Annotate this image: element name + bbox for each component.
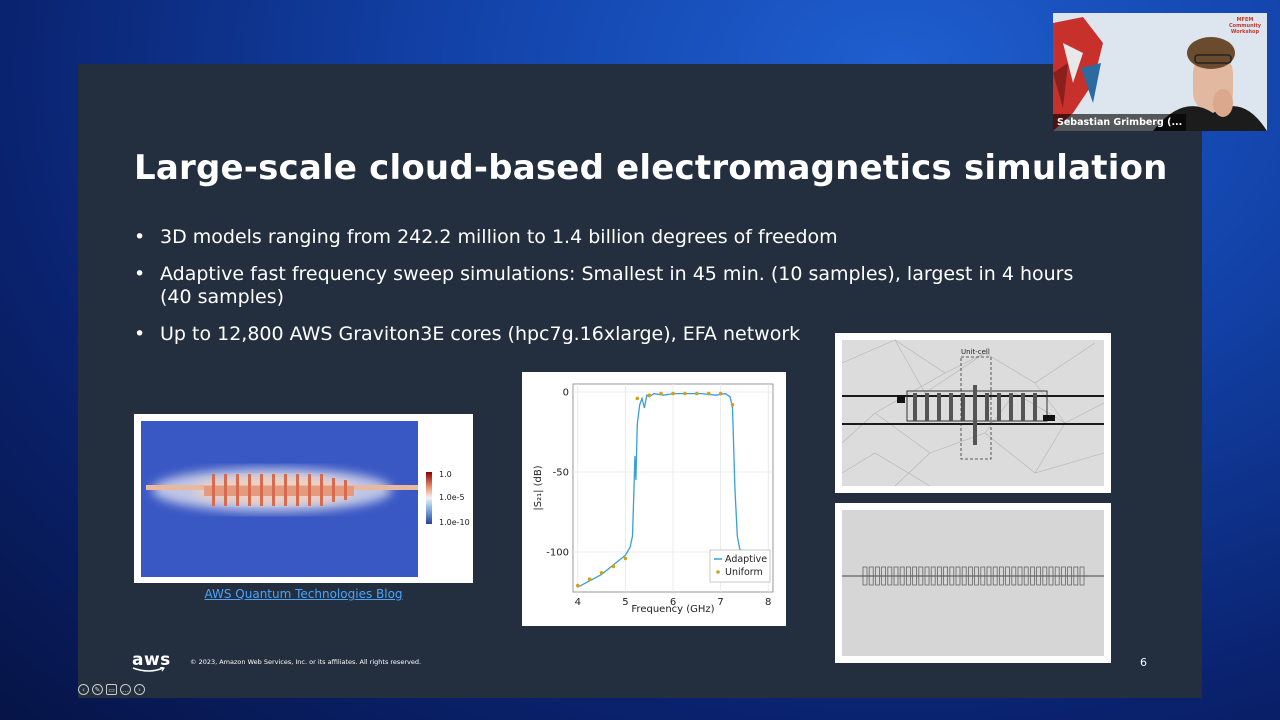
- pen-icon[interactable]: ✎: [92, 684, 103, 695]
- x-axis-label: Frequency (GHz): [631, 604, 714, 615]
- presentation-controls: ‹ ✎ ▭ … ›: [78, 684, 145, 695]
- x-tick-label: 5: [622, 597, 628, 608]
- series-point-uniform: [695, 391, 699, 396]
- y-tick-label: -50: [553, 468, 569, 479]
- bullet-text: Up to 12,800 AWS Graviton3E cores (hpc7g…: [160, 323, 801, 345]
- more-icon[interactable]: …: [120, 684, 131, 695]
- workshop-line: Workshop: [1230, 29, 1260, 35]
- aws-logo: aws: [132, 650, 171, 673]
- participant-name: Sebastian Grimberg (...: [1053, 114, 1187, 131]
- bullet-dot: •: [134, 263, 146, 285]
- series-point-uniform: [599, 571, 604, 575]
- legend-uniform-swatch: [716, 570, 720, 574]
- unit-cell-mesh-image: Unit-cell: [835, 333, 1111, 493]
- series-point-uniform: [683, 391, 687, 396]
- y-axis-label: |S₂₁| (dB): [533, 465, 544, 510]
- x-tick-label: 7: [717, 597, 723, 608]
- bullet-dot: •: [134, 323, 146, 345]
- field-simulation-image: 1.0 1.0e-5 1.0e-10: [134, 414, 473, 583]
- bullet-text: 3D models ranging from 242.2 million to …: [160, 226, 838, 248]
- workshop-badge: MFEM Community Workshop: [1229, 17, 1261, 35]
- series-point-uniform: [659, 391, 663, 396]
- colorbar: [426, 472, 432, 524]
- series-point-uniform: [587, 577, 592, 581]
- colorbar-label: 1.0: [439, 470, 452, 479]
- series-point-uniform: [730, 403, 735, 407]
- bullet-item: • 3D models ranging from 242.2 million to…: [134, 226, 1094, 249]
- prev-icon[interactable]: ‹: [78, 684, 89, 695]
- slide: Large-scale cloud-based electromagnetics…: [78, 64, 1202, 698]
- s21-chart-svg: 4 5 6 7 80-50-100 Frequency (GHz) |S₂₁| (dB)…: [533, 383, 774, 615]
- webcam-feed: MFEM Community Workshop Sebastian Grimbe…: [1053, 13, 1267, 131]
- unit-cell-label: Unit-cell: [961, 348, 990, 356]
- series-point-uniform: [647, 393, 651, 397]
- slide-title: Large-scale cloud-based electromagnetics…: [134, 148, 1168, 188]
- captions-icon[interactable]: ▭: [106, 684, 117, 695]
- blog-link[interactable]: AWS Quantum Technologies Blog: [134, 587, 473, 601]
- series-point-uniform: [575, 583, 580, 588]
- next-icon[interactable]: ›: [134, 684, 145, 695]
- x-tick-label: 4: [575, 597, 581, 608]
- legend: Adaptive Uniform: [709, 549, 771, 583]
- bullet-dot: •: [134, 226, 146, 248]
- y-tick-label: 0: [563, 388, 569, 399]
- series-point-uniform: [611, 564, 616, 569]
- bullet-item: • Adaptive fast frequency sweep simulatio…: [134, 263, 1094, 309]
- legend-uniform-label: Uniform: [725, 567, 763, 578]
- full-device-mesh-image: [835, 503, 1111, 663]
- series-point-uniform: [623, 556, 628, 561]
- page-number: 6: [1140, 656, 1147, 669]
- series-point-uniform: [706, 391, 711, 396]
- copyright-text: © 2023, Amazon Web Services, Inc. or its…: [190, 658, 422, 666]
- x-tick-label: 8: [765, 597, 771, 608]
- legend-adaptive-label: Adaptive: [725, 554, 767, 565]
- colorbar-label: 1.0e-5: [439, 493, 465, 502]
- bullet-text: Adaptive fast frequency sweep simulation…: [160, 263, 1074, 308]
- series-point-uniform: [671, 391, 675, 396]
- colorbar-label: 1.0e-10: [439, 518, 470, 527]
- series-point-uniform: [635, 396, 640, 401]
- aws-logo-text: aws: [132, 650, 171, 670]
- s21-chart: 4 5 6 7 8 0 -50 -100 Frequency (GHz) |S₂₁| (dB)…: [522, 372, 786, 626]
- y-tick-label: -100: [546, 548, 569, 559]
- series-point-uniform: [718, 391, 723, 396]
